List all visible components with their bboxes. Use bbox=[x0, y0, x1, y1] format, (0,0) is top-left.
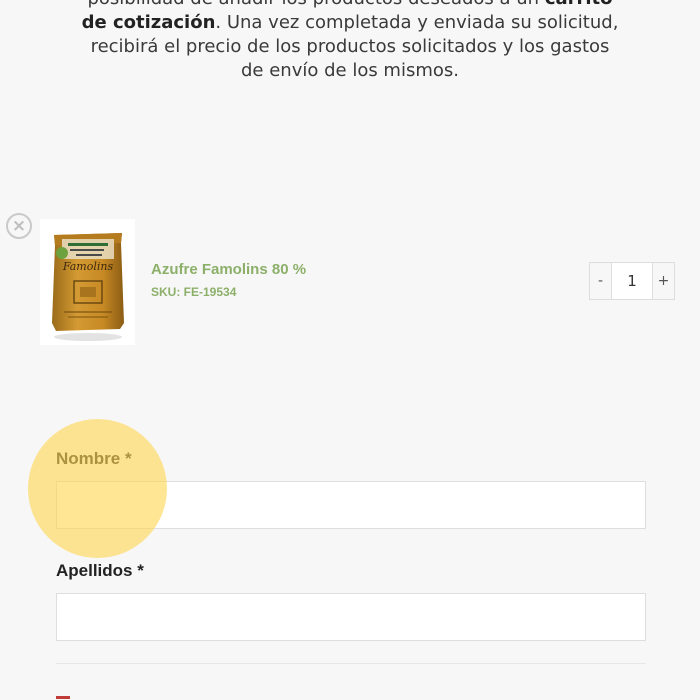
intro-line3-text: recibirá el precio de los productos soli… bbox=[90, 36, 610, 57]
apellidos-field[interactable] bbox=[56, 593, 646, 641]
decrement-button[interactable]: - bbox=[589, 262, 612, 300]
intro-text: posibilidad de añadir los productos dese… bbox=[80, 0, 620, 83]
product-thumbnail[interactable]: Famolins bbox=[40, 219, 135, 345]
product-sku: SKU: FE-19534 bbox=[151, 285, 237, 299]
apellidos-label: Apellidos * bbox=[56, 561, 144, 580]
fertilizer-bag-image: Famolins bbox=[52, 233, 124, 341]
nombre-field[interactable] bbox=[56, 481, 646, 529]
nombre-label: Nombre * bbox=[56, 449, 132, 468]
section-divider bbox=[56, 663, 646, 664]
intro-cotizacion-bold: de cotización bbox=[81, 12, 216, 33]
intro-carrito-bold: carrito bbox=[545, 0, 613, 9]
clipped-next-label bbox=[56, 694, 256, 700]
quantity-input[interactable]: 1 bbox=[612, 262, 652, 300]
increment-button[interactable]: + bbox=[652, 262, 675, 300]
intro-line2-text: . Una vez completada y enviada su solici… bbox=[215, 12, 619, 33]
intro-line1-text: posibilidad de añadir los productos dese… bbox=[87, 0, 544, 9]
quantity-stepper: - 1 + bbox=[589, 262, 675, 300]
remove-item-icon[interactable]: × bbox=[6, 213, 32, 239]
quote-cart-page: posibilidad de añadir los productos dese… bbox=[0, 0, 700, 700]
bag-brand-text: Famolins bbox=[62, 260, 114, 273]
intro-line4-text: de envío de los mismos. bbox=[241, 60, 459, 81]
product-name-link[interactable]: Azufre Famolins 80 % bbox=[151, 261, 306, 278]
